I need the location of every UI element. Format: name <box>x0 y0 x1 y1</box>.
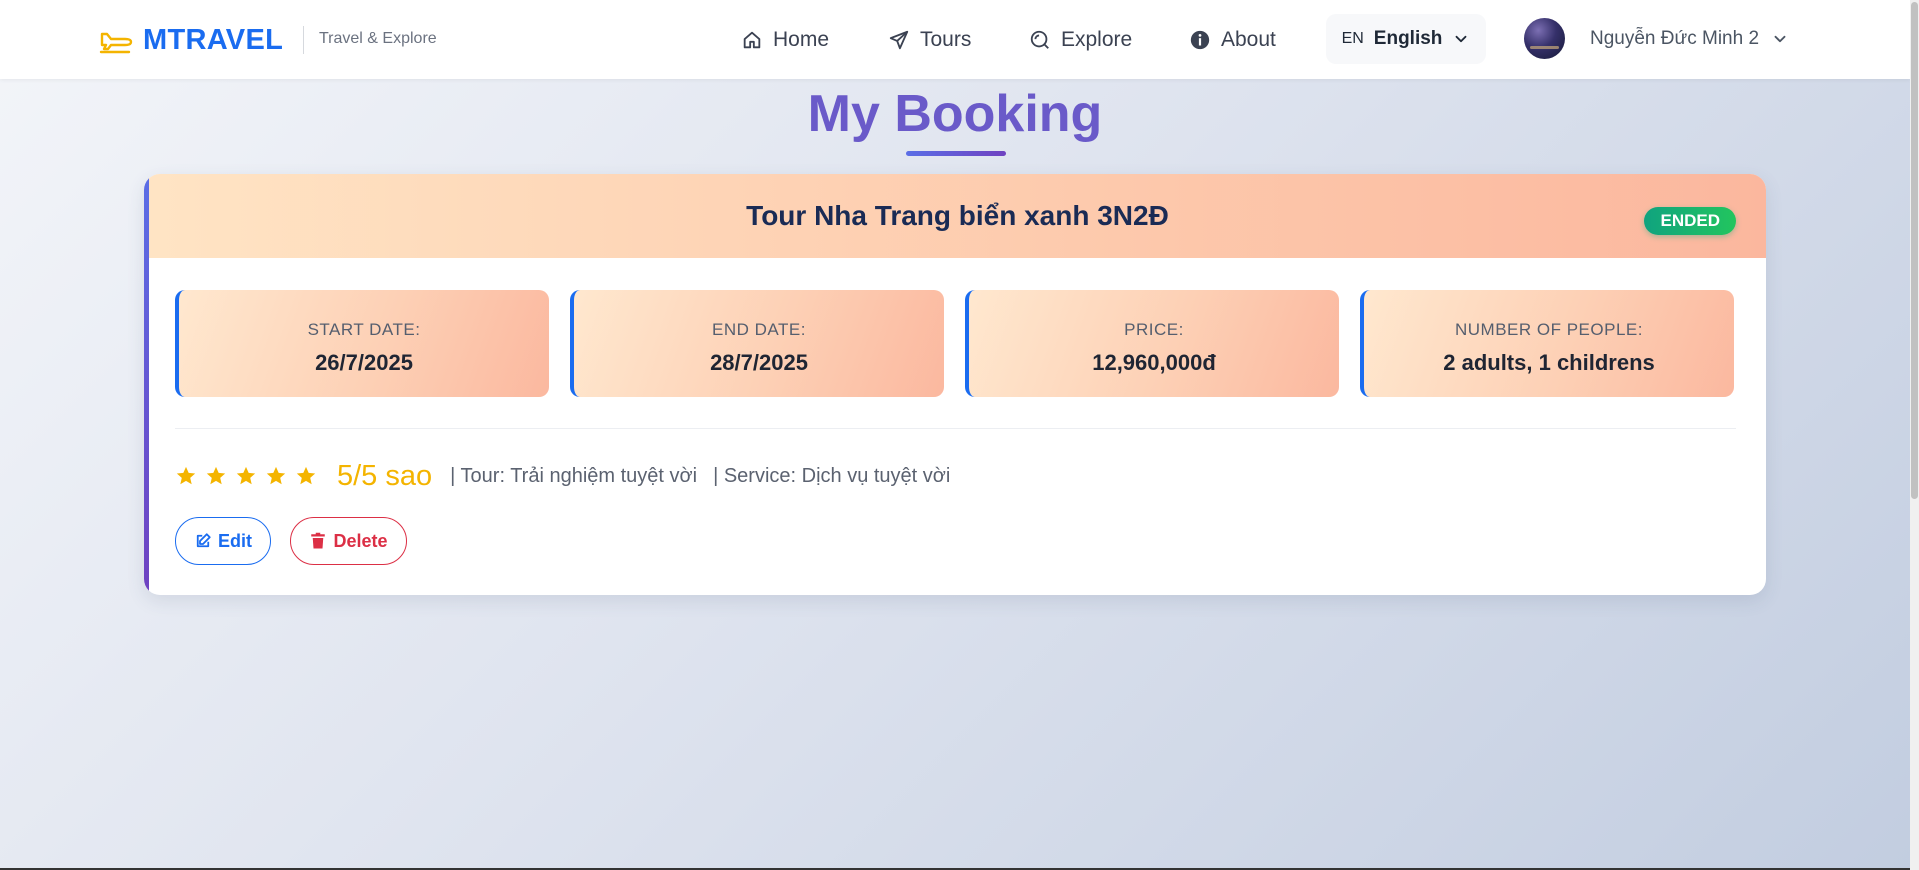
price-box: PRICE: 12,960,000đ <box>965 290 1339 397</box>
price-label: PRICE: <box>1124 320 1184 339</box>
nav-item-about[interactable]: About <box>1189 26 1276 54</box>
end-date-box: END DATE: 28/7/2025 <box>570 290 944 397</box>
people-box: NUMBER OF PEOPLE: 2 adults, 1 childrens <box>1360 290 1734 397</box>
people-value: 2 adults, 1 childrens <box>1443 350 1655 375</box>
chevron-down-icon[interactable] <box>1771 30 1789 48</box>
edit-button-label: Edit <box>218 530 252 551</box>
nav-label-home: Home <box>773 28 830 51</box>
booking-card-header: Tour Nha Trang biển xanh 3N2Đ ENDED <box>149 174 1766 258</box>
tour-name: Tour Nha Trang biển xanh 3N2Đ <box>746 200 1169 231</box>
rating-row: 5/5 sao | Tour: Trải nghiệm tuyệt vời | … <box>175 458 966 494</box>
people-label: NUMBER OF PEOPLE: <box>1455 320 1643 339</box>
star-icon <box>206 466 226 485</box>
language-name: English <box>1373 28 1443 49</box>
explore-icon <box>1030 30 1049 49</box>
brand-name: MTRAVEL <box>143 23 284 56</box>
logo-divider <box>303 26 304 54</box>
nav-item-tours[interactable]: Tours <box>888 26 971 54</box>
service-review: | Service: Dịch vụ tuyệt vời <box>713 464 951 487</box>
nav-label-tours: Tours <box>920 28 972 51</box>
brand-tagline: Travel & Explore <box>319 30 437 47</box>
top-navbar: MTRAVEL Travel & Explore Home Tours Expl… <box>0 0 1910 79</box>
delete-button[interactable]: Delete <box>290 517 407 565</box>
status-badge: ENDED <box>1644 207 1736 235</box>
star-icon <box>296 466 316 485</box>
nav-item-explore[interactable]: Explore <box>1029 26 1132 54</box>
nav-label-about: About <box>1221 28 1276 51</box>
star-rating <box>175 465 325 487</box>
end-date-label: END DATE: <box>712 320 806 339</box>
page-title: My Booking <box>807 85 1103 143</box>
edit-icon <box>196 533 211 548</box>
start-date-box: START DATE: 26/7/2025 <box>175 290 549 397</box>
language-selector[interactable]: EN English <box>1326 14 1486 64</box>
booking-card: Tour Nha Trang biển xanh 3N2Đ ENDED STAR… <box>144 174 1766 595</box>
user-avatar[interactable] <box>1524 18 1565 59</box>
rating-score: 5/5 sao <box>337 459 433 492</box>
start-date-label: START DATE: <box>307 320 421 339</box>
user-name[interactable]: Nguyễn Đức Minh 2 <box>1590 28 1759 50</box>
language-code: EN <box>1341 30 1364 47</box>
title-underline <box>906 151 1006 156</box>
star-icon <box>266 466 286 485</box>
tour-review: | Tour: Trải nghiệm tuyệt vời <box>450 464 698 487</box>
paper-plane-icon <box>889 30 909 50</box>
end-date-value: 28/7/2025 <box>710 350 808 375</box>
info-icon <box>1190 30 1210 50</box>
plane-icon <box>99 32 133 54</box>
star-icon <box>236 466 256 485</box>
star-icon <box>176 466 196 485</box>
edit-button[interactable]: Edit <box>175 517 271 565</box>
brand-logo[interactable]: MTRAVEL <box>99 22 283 58</box>
home-icon <box>743 31 761 49</box>
chevron-down-icon <box>1455 35 1467 43</box>
trash-icon <box>311 532 326 549</box>
delete-button-label: Delete <box>333 530 388 551</box>
scrollbar-thumb[interactable] <box>1911 2 1918 499</box>
nav-label-explore: Explore <box>1061 28 1133 51</box>
start-date-value: 26/7/2025 <box>315 350 413 375</box>
price-value: 12,960,000đ <box>1092 350 1216 375</box>
nav-item-home[interactable]: Home <box>741 26 829 54</box>
card-divider <box>175 428 1736 429</box>
